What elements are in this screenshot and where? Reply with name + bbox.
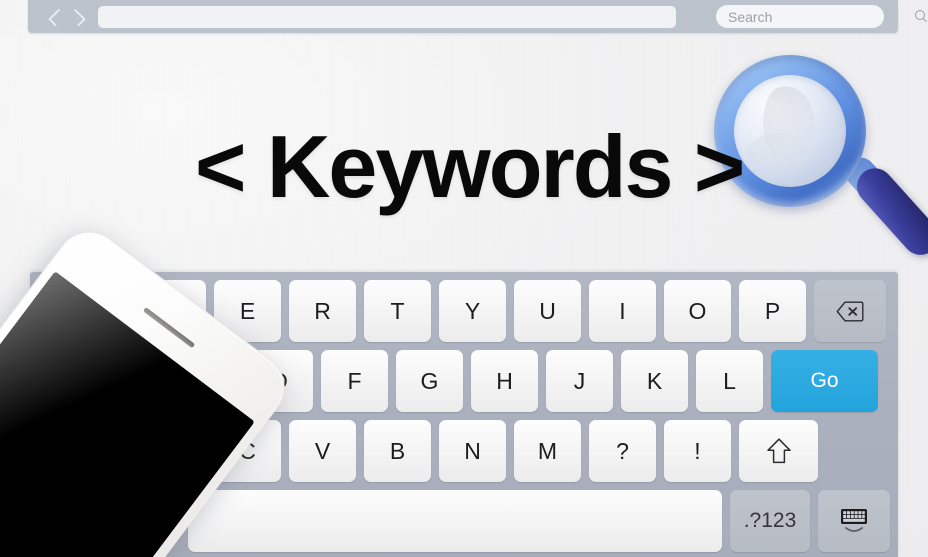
search-input[interactable]: [728, 8, 909, 25]
backspace-icon: [836, 301, 864, 322]
key-j[interactable]: J: [546, 350, 613, 412]
key-u[interactable]: U: [514, 280, 581, 342]
key-t[interactable]: T: [364, 280, 431, 342]
key-l[interactable]: L: [696, 350, 763, 412]
key-i[interactable]: I: [589, 280, 656, 342]
browser-toolbar: [28, 0, 925, 33]
key-hide-keyboard[interactable]: [818, 490, 890, 552]
magnifier-handle: [849, 160, 928, 263]
key-n[interactable]: N: [439, 420, 506, 482]
search-box[interactable]: [716, 5, 925, 28]
key-f[interactable]: F: [321, 350, 388, 412]
navigation-buttons: [40, 7, 88, 27]
key-o[interactable]: O: [664, 280, 731, 342]
search-icon: [915, 10, 928, 23]
key-exclamation[interactable]: !: [664, 420, 731, 482]
forward-icon[interactable]: [72, 7, 84, 27]
key-b[interactable]: B: [364, 420, 431, 482]
key-k[interactable]: K: [621, 350, 688, 412]
address-bar-input[interactable]: [98, 5, 676, 28]
page-title: < Keywords >: [195, 117, 745, 216]
key-symbols[interactable]: .?123: [730, 490, 810, 552]
key-p[interactable]: P: [739, 280, 806, 342]
key-shift[interactable]: [739, 420, 818, 482]
phone-earpiece: [142, 307, 196, 349]
key-m[interactable]: M: [514, 420, 581, 482]
key-h[interactable]: H: [471, 350, 538, 412]
key-question[interactable]: ?: [589, 420, 656, 482]
key-r[interactable]: R: [289, 280, 356, 342]
magnifier-lens: [734, 75, 846, 187]
keyboard-dismiss-icon: [839, 507, 869, 535]
key-y[interactable]: Y: [439, 280, 506, 342]
key-space[interactable]: [188, 490, 722, 552]
back-icon[interactable]: [50, 7, 62, 27]
page-canvas: < Keywords > Q W E R T Y U I O P: [0, 0, 928, 557]
key-v[interactable]: V: [289, 420, 356, 482]
key-backspace[interactable]: [814, 280, 886, 342]
key-g[interactable]: G: [396, 350, 463, 412]
shift-icon: [766, 437, 792, 465]
key-go[interactable]: Go: [771, 350, 878, 412]
